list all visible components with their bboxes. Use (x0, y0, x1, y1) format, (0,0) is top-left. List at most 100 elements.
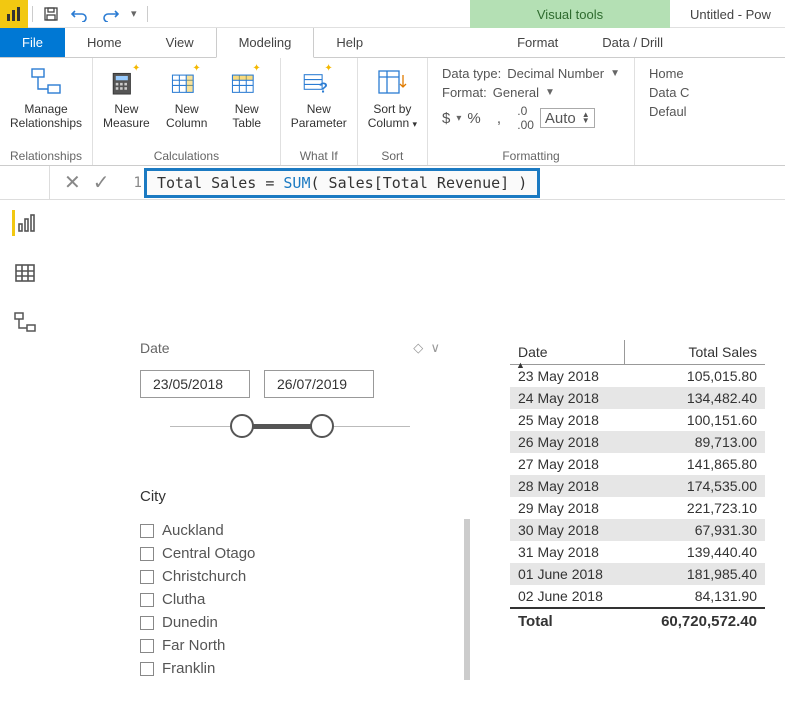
relationships-icon (28, 64, 64, 100)
tab-home[interactable]: Home (65, 28, 144, 57)
new-table-button[interactable]: ✦ New Table (218, 60, 276, 134)
total-value: 60,720,572.40 (625, 609, 765, 634)
table-row[interactable]: 25 May 2018100,151.60 (510, 409, 765, 431)
formula-input[interactable]: Total Sales = SUM( Sales[Total Revenue] … (144, 168, 540, 198)
table-row[interactable]: 31 May 2018139,440.40 (510, 541, 765, 563)
city-label: Franklin (162, 660, 215, 677)
slicer-options-icon[interactable]: ◇ ∨ (413, 340, 440, 356)
table-header: Date ▲ Total Sales (510, 340, 765, 364)
table-row[interactable]: 28 May 2018174,535.00 (510, 475, 765, 497)
commit-formula-icon[interactable]: ✓ (93, 170, 110, 195)
checkbox-icon (140, 570, 154, 584)
redo-icon[interactable] (95, 6, 125, 22)
datatype-dropdown[interactable]: Data type: Decimal Number ▼ (442, 66, 620, 81)
divider (32, 6, 33, 22)
data-category-row[interactable]: Data C (649, 85, 689, 100)
slicers-area: Date ◇ ∨ 23/05/2018 26/07/2019 City Auck… (140, 340, 440, 717)
tab-file[interactable]: File (0, 28, 65, 57)
cell-date: 28 May 2018 (510, 475, 625, 497)
checkbox-icon (140, 616, 154, 630)
ribbon-tabs: File Home View Modeling Help Format Data… (0, 28, 785, 58)
home-table-row[interactable]: Home (649, 66, 689, 81)
column-header-sales[interactable]: Total Sales (625, 340, 765, 364)
date-to-input[interactable]: 26/07/2019 (264, 370, 374, 398)
button-label: New Measure (103, 102, 150, 130)
group-properties: Home Data C Defaul (635, 58, 703, 165)
tab-data-drill[interactable]: Data / Drill (580, 28, 685, 57)
model-view-icon[interactable] (12, 310, 38, 336)
table-row[interactable]: 26 May 201889,713.00 (510, 431, 765, 453)
slider-thumb-start[interactable] (230, 414, 254, 438)
table-row[interactable]: 23 May 2018105,015.80 (510, 365, 765, 387)
group-whatif: ?✦ New Parameter What If (281, 58, 358, 165)
tab-modeling[interactable]: Modeling (216, 28, 315, 58)
slider-thumb-end[interactable] (310, 414, 334, 438)
manage-relationships-button[interactable]: Manage Relationships (4, 60, 88, 134)
city-label: Dunedin (162, 614, 218, 631)
table-row[interactable]: 01 June 2018181,985.40 (510, 563, 765, 585)
button-label: Manage Relationships (10, 102, 82, 130)
new-parameter-button[interactable]: ?✦ New Parameter (285, 60, 353, 134)
data-view-icon[interactable] (12, 260, 38, 286)
cell-date: 01 June 2018 (510, 563, 625, 585)
value: Auto (545, 110, 576, 127)
undo-icon[interactable] (65, 6, 95, 22)
currency-button[interactable]: $ (442, 110, 450, 127)
decimal-button[interactable]: .0.00 (517, 104, 534, 132)
city-checkbox-item[interactable]: Clutha (140, 588, 440, 611)
cancel-formula-icon[interactable]: ✕ (64, 170, 81, 195)
cell-date: 31 May 2018 (510, 541, 625, 563)
cell-value: 221,723.10 (625, 497, 765, 519)
column-header-date[interactable]: Date ▲ (510, 340, 625, 364)
table-row[interactable]: 29 May 2018221,723.10 (510, 497, 765, 519)
cell-value: 141,865.80 (625, 453, 765, 475)
new-measure-button[interactable]: ✦ New Measure (97, 60, 156, 134)
button-label: Sort by Column ▾ (368, 102, 417, 131)
chevron-down-icon: ▼ (610, 68, 620, 79)
save-icon[interactable] (37, 6, 65, 22)
group-label: Calculations (97, 147, 276, 165)
divider (147, 6, 148, 22)
tab-view[interactable]: View (144, 28, 216, 57)
cell-value: 100,151.60 (625, 409, 765, 431)
table-row[interactable]: 02 June 201884,131.90 (510, 585, 765, 607)
cell-value: 174,535.00 (625, 475, 765, 497)
table-row[interactable]: 24 May 2018134,482.40 (510, 387, 765, 409)
button-label: New Parameter (291, 102, 347, 130)
thousand-button[interactable]: , (497, 110, 501, 127)
format-dropdown[interactable]: Format: General ▼ (442, 85, 620, 100)
city-checkbox-item[interactable]: Far North (140, 634, 440, 657)
table-icon: ✦ (229, 64, 265, 100)
date-from-input[interactable]: 23/05/2018 (140, 370, 250, 398)
stepper-arrows-icon: ▲▼ (582, 112, 590, 124)
city-checkbox-item[interactable]: Central Otago (140, 542, 440, 565)
table-row[interactable]: 27 May 2018141,865.80 (510, 453, 765, 475)
percent-button[interactable]: % (467, 110, 480, 127)
default-summarization-row[interactable]: Defaul (649, 104, 689, 119)
date-range-slider[interactable] (140, 408, 440, 448)
svg-text:?: ? (319, 81, 328, 97)
new-column-button[interactable]: ✦ New Column (158, 60, 216, 134)
city-label: Central Otago (162, 545, 255, 562)
decimal-places-stepper[interactable]: Auto ▲▼ (540, 108, 595, 128)
city-checkbox-item[interactable]: Dunedin (140, 611, 440, 634)
scrollbar[interactable] (464, 519, 470, 680)
qat-customize-icon[interactable]: ▾ (125, 7, 143, 20)
tab-format[interactable]: Format (495, 28, 580, 57)
cell-date: 30 May 2018 (510, 519, 625, 541)
city-checkbox-item[interactable]: Christchurch (140, 565, 440, 588)
city-checkbox-item[interactable]: Auckland (140, 519, 440, 542)
currency-dropdown-icon[interactable]: ▾ (456, 113, 461, 124)
tab-help[interactable]: Help (314, 28, 385, 57)
formula-bar: ✕ ✓ 1 Total Sales = SUM( Sales[Total Rev… (0, 166, 785, 200)
group-formatting: Data type: Decimal Number ▼ Format: Gene… (428, 58, 635, 165)
table-row[interactable]: 30 May 201867,931.30 (510, 519, 765, 541)
sort-icon (374, 64, 410, 100)
group-label (639, 125, 699, 143)
sales-table-visual[interactable]: Date ▲ Total Sales 23 May 2018105,015.80… (510, 340, 765, 717)
report-view-icon[interactable] (12, 210, 38, 236)
group-calculations: ✦ New Measure ✦ New Column ✦ New Table C… (93, 58, 281, 165)
city-checkbox-item[interactable]: Franklin (140, 657, 440, 680)
cell-value: 89,713.00 (625, 431, 765, 453)
sort-by-column-button[interactable]: Sort by Column ▾ (362, 60, 423, 135)
